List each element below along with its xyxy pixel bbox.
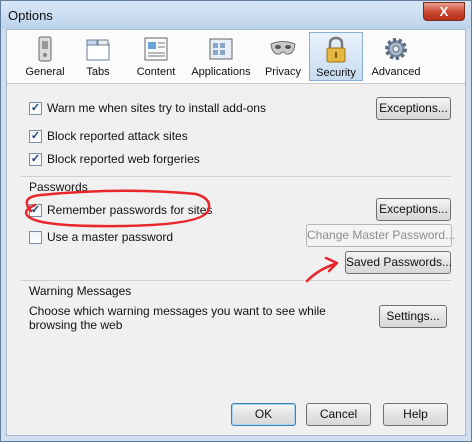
tab-privacy[interactable]: Privacy (260, 32, 306, 81)
remember-passwords-label: Remember passwords for sites (47, 203, 213, 217)
tab-general[interactable]: General (19, 32, 71, 81)
close-icon: X (439, 4, 449, 19)
master-password-label: Use a master password (47, 230, 174, 244)
close-button[interactable]: X (423, 2, 465, 21)
passwords-group-label: Passwords (29, 180, 88, 194)
help-button[interactable]: Help (383, 403, 448, 426)
privacy-mask-icon (270, 41, 296, 55)
tab-advanced-label: Advanced (371, 66, 421, 78)
warning-messages-group-label: Warning Messages (29, 284, 132, 298)
tab-tabs[interactable]: Tabs (75, 32, 121, 81)
tab-advanced[interactable]: Advanced (367, 32, 425, 81)
tab-applications[interactable]: Applications (188, 32, 254, 81)
security-padlock-icon (326, 36, 346, 63)
tab-applications-label: Applications (191, 66, 251, 78)
block-forgeries-label: Block reported web forgeries (47, 152, 200, 166)
warn-addons-checkbox[interactable]: ✓ (29, 102, 42, 115)
tab-content[interactable]: Content (128, 32, 184, 81)
block-forgeries-checkbox[interactable]: ✓ (29, 153, 42, 166)
title-bar: Options X (1, 1, 471, 29)
dialog-client: General Tabs Content Applications Privac… (6, 29, 466, 436)
tab-privacy-label: Privacy (264, 66, 302, 78)
block-attack-label: Block reported attack sites (47, 129, 188, 143)
saved-passwords-button[interactable]: Saved Passwords... (345, 251, 452, 274)
advanced-gear-icon (385, 38, 407, 60)
master-password-checkbox[interactable] (29, 231, 42, 244)
remember-passwords-checkbox[interactable]: ✓ (29, 204, 42, 217)
preferences-toolbar: General Tabs Content Applications Privac… (7, 30, 465, 84)
tab-content-label: Content (136, 66, 176, 78)
options-window: Options X General Tabs Content Applicati… (0, 0, 472, 442)
change-master-password-button[interactable]: Change Master Password... (306, 224, 455, 247)
section-divider-2 (21, 280, 451, 281)
warn-addons-label: Warn me when sites try to install add-on… (47, 101, 266, 115)
tab-security[interactable]: Security (309, 32, 363, 81)
addons-exceptions-button[interactable]: Exceptions... (376, 97, 451, 120)
section-divider (21, 176, 451, 177)
tabs-icon (86, 39, 110, 61)
applications-icon (209, 38, 233, 60)
tab-security-label: Security (316, 67, 356, 79)
block-attack-checkbox[interactable]: ✓ (29, 130, 42, 143)
general-icon (38, 36, 52, 62)
warning-messages-description: Choose which warning messages you want t… (29, 304, 326, 332)
tab-tabs-label: Tabs (86, 66, 110, 78)
content-icon (144, 37, 168, 61)
tab-general-label: General (25, 66, 65, 78)
ok-button[interactable]: OK (231, 403, 296, 426)
window-title: Options (8, 8, 53, 23)
cancel-button[interactable]: Cancel (306, 403, 371, 426)
warning-settings-button[interactable]: Settings... (379, 305, 447, 328)
passwords-exceptions-button[interactable]: Exceptions... (376, 198, 451, 221)
